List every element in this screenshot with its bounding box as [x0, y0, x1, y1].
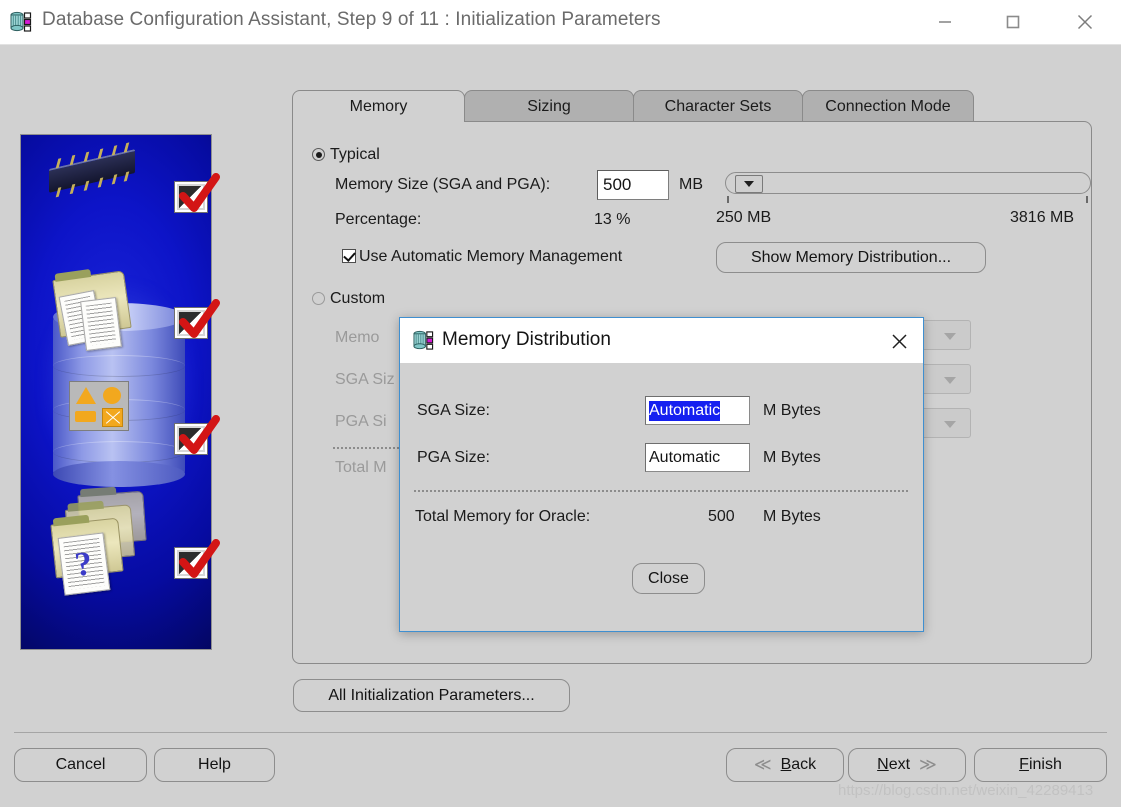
dialog-pga-size-input[interactable]: Automatic [645, 443, 750, 472]
percentage-label: Percentage: [335, 211, 422, 228]
database-icon [413, 330, 434, 351]
dialog-sga-size-label: SGA Size: [417, 402, 490, 419]
cancel-label: Cancel [55, 756, 106, 773]
slider-tick-max [1086, 196, 1088, 203]
dialog-total-memory-unit: M Bytes [763, 508, 821, 525]
checkmark-icon [179, 173, 220, 212]
finish-label: Finish [1019, 756, 1062, 773]
checkmark-icon [179, 299, 220, 338]
finish-button[interactable]: Finish [974, 748, 1107, 782]
custom-pga-size-label: PGA Si [335, 413, 387, 430]
next-arrow-icon: ≫ [919, 755, 937, 774]
dialog-close-action-label: Close [648, 569, 689, 587]
step-check-4 [175, 539, 220, 578]
back-arrow-icon: ≪ [753, 755, 772, 774]
memory-size-slider-track[interactable] [725, 172, 1091, 194]
dialog-separator [414, 490, 908, 492]
tab-strip: Memory Sizing Character Sets Connection … [292, 90, 1092, 122]
help-button[interactable]: Help [154, 748, 275, 782]
dialog-close-button[interactable] [883, 328, 915, 354]
checkmark-icon [179, 539, 220, 578]
dialog-sga-size-value: Automatic [649, 400, 721, 421]
close-icon [891, 333, 907, 349]
dialog-sga-size-input[interactable]: Automatic [645, 396, 750, 425]
show-memory-distribution-label: Show Memory Distribution... [750, 248, 952, 266]
tab-sizing[interactable]: Sizing [464, 90, 634, 122]
dialog-pga-size-label: PGA Size: [417, 449, 490, 466]
custom-memory-management-label: Memo [335, 329, 380, 346]
tab-character-sets[interactable]: Character Sets [633, 90, 803, 122]
dialog-titlebar: Memory Distribution [400, 318, 923, 363]
minimize-icon [939, 21, 951, 23]
dialog-close-action-button[interactable]: Close [632, 563, 705, 594]
radio-typical[interactable] [312, 148, 325, 161]
slider-tick-min [727, 196, 729, 203]
percentage-value: 13 % [594, 211, 631, 228]
memory-size-label: Memory Size (SGA and PGA): [335, 176, 551, 193]
maximize-button[interactable] [990, 0, 1036, 44]
slider-min-label: 250 MB [716, 209, 772, 226]
application-window: Database Configuration Assistant, Step 9… [0, 0, 1121, 807]
next-label: Next [877, 756, 911, 773]
question-document-graphic: ? [57, 532, 111, 596]
maximize-icon [1006, 15, 1020, 29]
dialog-pga-size-value: Automatic [649, 448, 721, 466]
cancel-button[interactable]: Cancel [14, 748, 147, 782]
shapes-palette-graphic [69, 381, 129, 431]
back-button[interactable]: ≪ Back [726, 748, 844, 782]
all-initialization-parameters-label: All Initialization Parameters... [328, 686, 535, 704]
memory-distribution-dialog: Memory Distribution SGA Size: Automatic … [399, 317, 924, 632]
step-check-1 [175, 173, 220, 212]
help-label: Help [198, 756, 231, 773]
watermark-text: https://blog.csdn.net/weixin_42289413 [838, 782, 1094, 799]
window-title: Database Configuration Assistant, Step 9… [42, 9, 661, 30]
database-icon [10, 11, 32, 33]
automatic-memory-management-label: Use Automatic Memory Management [359, 248, 623, 265]
memory-size-unit: MB [679, 176, 703, 193]
chevron-down-icon [744, 181, 754, 187]
tab-memory[interactable]: Memory [292, 90, 465, 122]
dialog-pga-size-unit: M Bytes [763, 449, 821, 466]
step-check-2 [175, 299, 220, 338]
slider-max-label: 3816 MB [1010, 209, 1075, 226]
step-check-3 [175, 415, 220, 454]
cpu-chip-graphic [49, 142, 135, 201]
all-initialization-parameters-button[interactable]: All Initialization Parameters... [293, 679, 570, 712]
dialog-total-memory-label: Total Memory for Oracle: [415, 508, 591, 525]
checkmark-icon [179, 415, 220, 454]
memory-size-input[interactable]: 500 [597, 170, 669, 200]
radio-custom[interactable] [312, 292, 325, 305]
document-graphic-2 [80, 296, 122, 352]
window-titlebar: Database Configuration Assistant, Step 9… [0, 0, 1121, 45]
footer-divider [14, 732, 1107, 733]
close-window-button[interactable] [1062, 0, 1108, 44]
custom-total-memory-label: Total M [335, 459, 387, 476]
close-icon [1077, 14, 1093, 30]
radio-custom-label: Custom [330, 290, 386, 307]
automatic-memory-management-checkbox[interactable] [342, 249, 356, 263]
memory-size-slider-thumb[interactable] [735, 175, 763, 193]
tab-character-sets-label: Character Sets [664, 97, 772, 115]
dialog-title: Memory Distribution [442, 329, 611, 350]
tab-connection-mode[interactable]: Connection Mode [802, 90, 974, 122]
custom-separator [333, 447, 403, 449]
radio-typical-label: Typical [330, 146, 380, 163]
custom-sga-size-label: SGA Siz [335, 371, 395, 388]
tab-sizing-label: Sizing [527, 97, 571, 115]
next-button[interactable]: Next ≫ [848, 748, 966, 782]
back-label: Back [780, 756, 817, 773]
show-memory-distribution-button[interactable]: Show Memory Distribution... [716, 242, 986, 273]
minimize-button[interactable] [922, 0, 968, 44]
tab-memory-label: Memory [349, 97, 408, 115]
dialog-sga-size-unit: M Bytes [763, 402, 821, 419]
tab-connection-mode-label: Connection Mode [825, 97, 951, 115]
memory-size-value: 500 [603, 175, 632, 194]
dialog-total-memory-value: 500 [708, 508, 735, 525]
